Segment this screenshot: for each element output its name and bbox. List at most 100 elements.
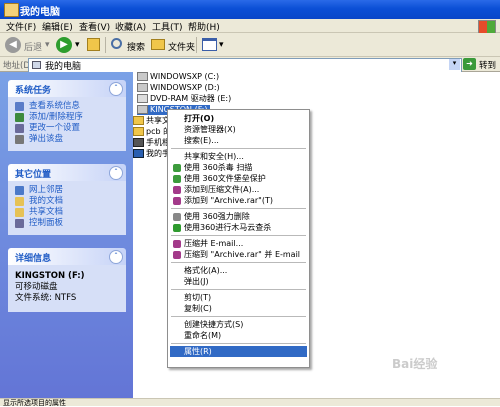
- task-add-remove-programs[interactable]: 添加/删除程序: [8, 112, 126, 123]
- context-menu-item[interactable]: 共享和安全(H)...: [170, 151, 307, 162]
- removable-disk-icon: [137, 105, 148, 114]
- context-menu-item[interactable]: 使用 360强力删除: [170, 211, 307, 222]
- task-change-setting[interactable]: 更改一个设置: [8, 123, 126, 134]
- collapse-chevron-icon[interactable]: ˆ: [109, 166, 123, 180]
- dvd-drive-icon: [137, 94, 148, 103]
- title-bar[interactable]: 我的电脑: [0, 0, 500, 19]
- menu-item-label: 格式化(A)...: [184, 266, 228, 275]
- search-button[interactable]: 搜索: [127, 40, 145, 53]
- context-menu-item[interactable]: 重命名(M): [170, 330, 307, 341]
- context-menu-item[interactable]: 使用 360文件堡垒保护: [170, 173, 307, 184]
- drive-d[interactable]: WINDOWSXP (D:): [137, 83, 220, 93]
- menu-view[interactable]: 查看(V): [79, 20, 110, 33]
- up-folder-icon[interactable]: [87, 38, 100, 51]
- menu-tools[interactable]: 工具(T): [152, 20, 183, 33]
- computer-icon: [32, 61, 41, 69]
- task-eject-disk[interactable]: 弹出该盘: [8, 134, 126, 145]
- context-menu-item[interactable]: 使用 360杀毒 扫描: [170, 162, 307, 173]
- search-icon[interactable]: [111, 38, 122, 49]
- folder-icon: [15, 197, 24, 206]
- menu-item-label: 打开(O): [184, 114, 215, 123]
- menu-item-label: 压缩并 E-mail...: [184, 239, 244, 248]
- folders-icon[interactable]: [151, 39, 165, 50]
- context-menu-item[interactable]: 打开(O): [170, 113, 307, 124]
- menu-item-label: 重命名(M): [184, 331, 222, 340]
- menu-separator: [171, 208, 306, 209]
- context-menu-item[interactable]: 复制(C): [170, 303, 307, 314]
- address-input[interactable]: 我的电脑 ▾: [28, 58, 462, 73]
- place-shared-documents[interactable]: 共享文档: [8, 207, 126, 218]
- toolbar-separator: [196, 37, 197, 53]
- menu-item-label: 添加到压缩文件(A)...: [184, 185, 260, 194]
- back-button[interactable]: 后退: [24, 40, 42, 53]
- other-places-title: 其它位置: [15, 170, 52, 180]
- task-pane: 系统任务 ˆ 查看系统信息 添加/删除程序 更改一个设置 弹出该盘 其它位置 ˆ…: [0, 72, 133, 398]
- menu-item-label: 创建快捷方式(S): [184, 320, 244, 329]
- context-menu-item[interactable]: 创建快捷方式(S): [170, 319, 307, 330]
- control-panel-icon: [15, 219, 24, 228]
- context-menu-item[interactable]: 压缩并 E-mail...: [170, 238, 307, 249]
- menu-help[interactable]: 帮助(H): [188, 20, 220, 33]
- menu-separator: [171, 235, 306, 236]
- views-dropdown-icon[interactable]: ▾: [219, 40, 224, 50]
- menu-favorites[interactable]: 收藏(A): [115, 20, 146, 33]
- details-header[interactable]: 详细信息 ˆ: [8, 248, 126, 265]
- details-file-system: 文件系统: NTFS: [15, 293, 77, 303]
- context-menu-item[interactable]: 格式化(A)...: [170, 265, 307, 276]
- context-menu-item[interactable]: 剪切(T): [170, 292, 307, 303]
- views-icon[interactable]: [202, 38, 217, 51]
- address-value: 我的电脑: [45, 62, 82, 72]
- collapse-chevron-icon[interactable]: ˆ: [109, 250, 123, 264]
- context-menu: 打开(O) 资源管理器(X) 搜索(E)... 共享和安全(H)... 使用 360杀毒…: [167, 109, 310, 368]
- context-menu-item[interactable]: 搜索(E)...: [170, 135, 307, 146]
- forward-dropdown-icon[interactable]: ▾: [75, 40, 80, 50]
- forward-arrow-icon[interactable]: ▶: [56, 37, 72, 53]
- place-my-documents[interactable]: 我的文档: [8, 196, 126, 207]
- menu-separator: [171, 316, 306, 317]
- details-drive-type: 可移动磁盘: [15, 282, 58, 292]
- menu-item-label: 搜索(E)...: [184, 136, 219, 145]
- menu-file[interactable]: 文件(F): [6, 20, 36, 33]
- menu-item-label: 添加到 "Archive.rar"(T): [184, 196, 273, 205]
- menu-item-label: 属性(R): [184, 347, 212, 356]
- system-tasks-title: 系统任务: [15, 86, 52, 96]
- go-arrow-icon[interactable]: ➜: [463, 58, 476, 70]
- menu-edit[interactable]: 编辑(E): [42, 20, 73, 33]
- context-menu-item[interactable]: 添加到压缩文件(A)...: [170, 184, 307, 195]
- details-drive-name: KINGSTON (F:): [15, 271, 85, 281]
- context-menu-item[interactable]: 弹出(J): [170, 276, 307, 287]
- context-menu-item[interactable]: 资源管理器(X): [170, 124, 307, 135]
- folder-icon: [133, 127, 144, 136]
- network-icon: [15, 186, 24, 195]
- menu-item-icon: [173, 175, 181, 183]
- folder-icon: [133, 116, 144, 125]
- folders-button[interactable]: 文件夹: [168, 40, 195, 53]
- place-network[interactable]: 网上邻居: [8, 185, 126, 196]
- go-button[interactable]: 转到: [479, 59, 496, 71]
- menu-item-label: 使用 360文件堡垒保护: [184, 174, 266, 183]
- back-dropdown-icon[interactable]: ▾: [45, 40, 50, 50]
- drive-e[interactable]: DVD-RAM 驱动器 (E:): [137, 94, 231, 104]
- context-menu-item[interactable]: 使用360进行木马云查杀: [170, 222, 307, 233]
- system-tasks-panel: 系统任务 ˆ 查看系统信息 添加/删除程序 更改一个设置 弹出该盘: [8, 80, 126, 151]
- context-menu-item[interactable]: 添加到 "Archive.rar"(T): [170, 195, 307, 206]
- place-control-panel[interactable]: 控制面板: [8, 218, 126, 229]
- other-places-panel: 其它位置 ˆ 网上邻居 我的文档 共享文档 控制面板: [8, 164, 126, 235]
- address-dropdown-icon[interactable]: ▾: [449, 59, 460, 70]
- menu-separator: [171, 289, 306, 290]
- menu-item-icon: [173, 224, 181, 232]
- menu-separator: [171, 262, 306, 263]
- collapse-chevron-icon[interactable]: ˆ: [109, 82, 123, 96]
- task-view-system-info[interactable]: 查看系统信息: [8, 101, 126, 112]
- context-menu-item[interactable]: 属性(R): [170, 346, 307, 357]
- drive-c[interactable]: WINDOWSXP (C:): [137, 72, 219, 82]
- context-menu-item[interactable]: 压缩到 "Archive.rar" 并 E-mail: [170, 249, 307, 260]
- system-tasks-header[interactable]: 系统任务 ˆ: [8, 80, 126, 97]
- toolbar-separator: [105, 37, 106, 53]
- back-arrow-icon[interactable]: ◀: [5, 37, 21, 53]
- programs-icon: [15, 113, 24, 122]
- info-icon: [15, 102, 24, 111]
- window-title: 我的电脑: [20, 7, 60, 18]
- control-panel-icon: [15, 124, 24, 133]
- other-places-header[interactable]: 其它位置 ˆ: [8, 164, 126, 181]
